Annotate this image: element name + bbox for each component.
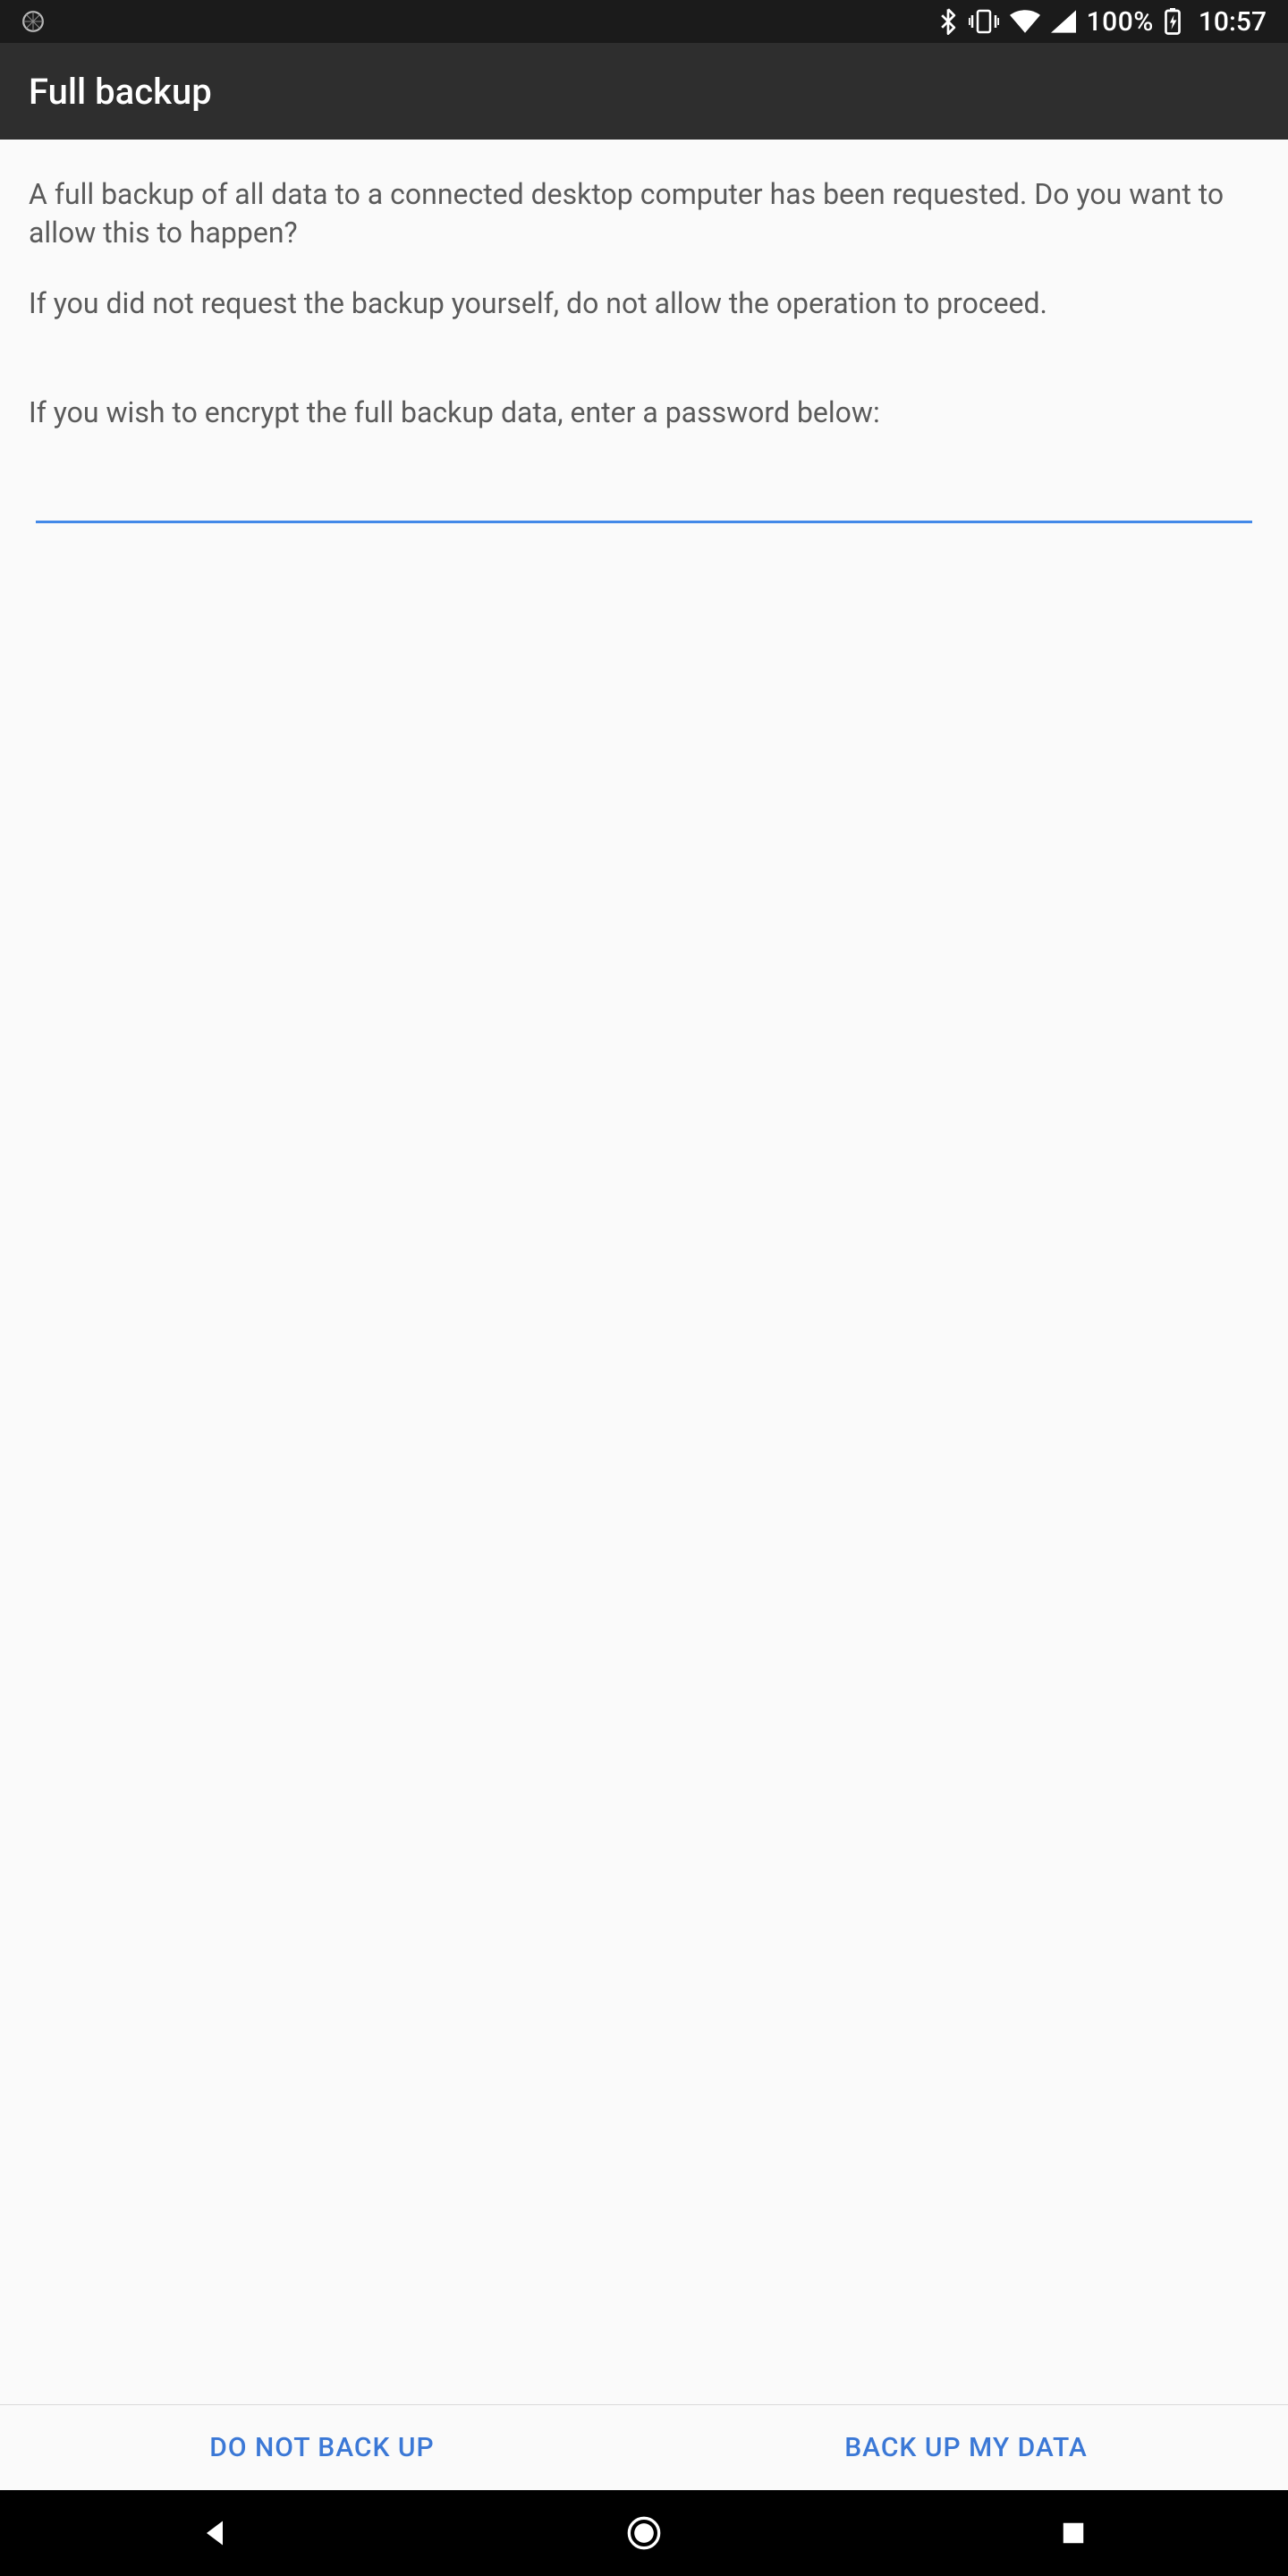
button-bar: DO NOT BACK UP BACK UP MY DATA <box>0 2404 1288 2490</box>
page-title: Full backup <box>29 71 212 113</box>
navigation-bar <box>0 2490 1288 2576</box>
spinner-icon <box>21 10 45 33</box>
clock-text: 10:57 <box>1199 6 1267 38</box>
do-not-back-up-button[interactable]: DO NOT BACK UP <box>0 2405 644 2490</box>
wifi-icon <box>1010 10 1040 33</box>
back-up-my-data-button[interactable]: BACK UP MY DATA <box>644 2405 1288 2490</box>
recents-square-icon <box>1060 2520 1087 2546</box>
password-field-wrapper <box>29 459 1259 523</box>
encryption-password-input[interactable] <box>36 459 1252 523</box>
home-circle-icon <box>626 2515 662 2551</box>
screen: 100% 10:57 Full backup A full backup of … <box>0 0 1288 2576</box>
nav-back-button[interactable] <box>172 2490 258 2576</box>
backup-warning-text: If you did not request the backup yourse… <box>29 284 1259 323</box>
spacer <box>29 523 1259 2404</box>
battery-percent-text: 100% <box>1087 6 1154 38</box>
bluetooth-icon <box>938 8 958 35</box>
status-bar: 100% 10:57 <box>0 0 1288 43</box>
nav-home-button[interactable] <box>601 2490 687 2576</box>
app-bar: Full backup <box>0 43 1288 140</box>
battery-charging-icon <box>1165 8 1181 35</box>
encrypt-prompt-text: If you wish to encrypt the full backup d… <box>29 394 1259 432</box>
backup-request-text: A full backup of all data to a connected… <box>29 175 1259 252</box>
status-left <box>21 10 45 33</box>
back-triangle-icon <box>199 2517 231 2549</box>
nav-recents-button[interactable] <box>1030 2490 1116 2576</box>
cellular-signal-icon <box>1051 10 1076 33</box>
content-area: A full backup of all data to a connected… <box>0 140 1288 2404</box>
vibrate-icon <box>969 9 999 34</box>
status-right: 100% 10:57 <box>938 6 1267 38</box>
